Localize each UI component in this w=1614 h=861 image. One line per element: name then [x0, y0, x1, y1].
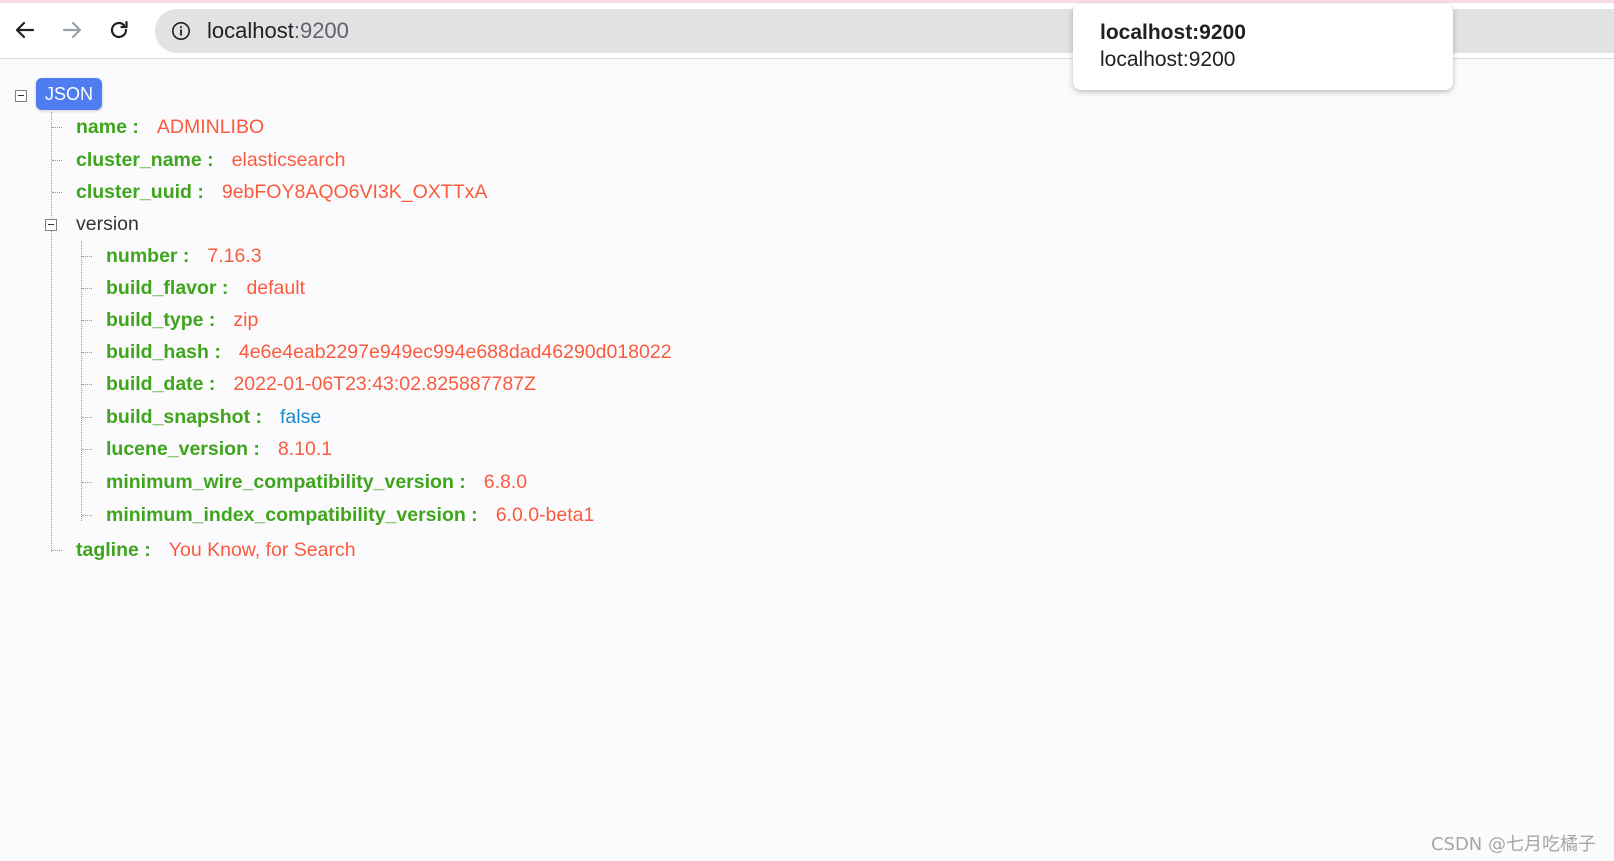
connector-tick [82, 288, 92, 289]
field-value: false [280, 406, 322, 428]
tree-field-name: name : ADMINLIBO [76, 114, 264, 140]
connector-tick [82, 515, 92, 516]
version-connector-line [81, 241, 82, 521]
tree-field-lucene-version: lucene_version : 8.10.1 [106, 436, 332, 462]
field-key: build_flavor : [106, 277, 229, 299]
tree-field-build-snapshot: build_snapshot : false [106, 404, 321, 430]
tree-field-min-index-compat: minimum_index_compatibility_version : 6.0… [106, 502, 594, 528]
field-value: default [246, 277, 305, 299]
field-value: 9ebFOY8AQO6VI3K_OXTTxA [221, 181, 488, 203]
field-key: cluster_name : [76, 149, 214, 171]
root-collapse-toggle[interactable] [15, 90, 27, 102]
json-root-badge[interactable]: JSON [36, 78, 102, 110]
field-key: build_snapshot : [106, 406, 262, 428]
connector-tick [82, 482, 92, 483]
tree-field-cluster-uuid: cluster_uuid : 9ebFOY8AQO6VI3K_OXTTxA [76, 179, 487, 205]
connector-tick [82, 417, 92, 418]
connector-tick [82, 256, 92, 257]
field-key: tagline : [76, 539, 151, 561]
connector-tick [52, 127, 62, 128]
field-key: build_date : [106, 373, 216, 395]
field-value: 8.10.1 [277, 438, 333, 460]
field-key: number : [106, 245, 190, 267]
watermark: CSDN @七月吃橘子 [1430, 834, 1596, 855]
version-collapse-toggle[interactable] [45, 219, 57, 231]
connector-tick [82, 384, 92, 385]
field-value: elasticsearch [231, 149, 346, 171]
connector-tick [52, 192, 62, 193]
field-value: ADMINLIBO [156, 116, 265, 138]
connector-tick [82, 352, 92, 353]
json-tree-view: JSON name : ADMINLIBO cluster_name : elast… [0, 0, 1614, 861]
object-key: version [76, 213, 139, 235]
field-value: You Know, for Search [168, 539, 356, 561]
tree-field-number: number : 7.16.3 [106, 243, 262, 269]
tree-field-build-hash: build_hash : 4e6e4eab2297e949ec994e688dad… [106, 339, 672, 365]
connector-tick [82, 320, 92, 321]
connector-tick [52, 550, 62, 551]
field-value: 4e6e4eab2297e949ec994e688dad46290d018022 [238, 341, 672, 363]
field-value: 6.0.0-beta1 [495, 504, 595, 526]
field-value: 6.8.0 [483, 471, 528, 493]
field-key: cluster_uuid : [76, 181, 204, 203]
tree-field-build-type: build_type : zip [106, 307, 258, 333]
tree-field-cluster-name: cluster_name : elasticsearch [76, 147, 345, 173]
tree-field-build-date: build_date : 2022-01-06T23:43:02.82588778… [106, 371, 536, 397]
field-value: 2022-01-06T23:43:02.825887787Z [233, 373, 536, 395]
tree-field-min-wire-compat: minimum_wire_compatibility_version : 6.8.… [106, 469, 527, 495]
field-key: lucene_version : [106, 438, 260, 460]
field-key: build_hash : [106, 341, 221, 363]
field-key: minimum_wire_compatibility_version : [106, 471, 466, 493]
root-connector-line [51, 112, 52, 552]
field-key: minimum_index_compatibility_version : [106, 504, 478, 526]
tree-field-tagline: tagline : You Know, for Search [76, 537, 356, 563]
field-key: build_type : [106, 309, 216, 331]
tree-object-version[interactable]: version [76, 211, 139, 237]
field-value: 7.16.3 [207, 245, 262, 267]
connector-tick [82, 449, 92, 450]
field-value: zip [233, 309, 259, 331]
tree-field-build-flavor: build_flavor : default [106, 275, 305, 301]
connector-tick [52, 160, 62, 161]
field-key: name : [76, 116, 139, 138]
